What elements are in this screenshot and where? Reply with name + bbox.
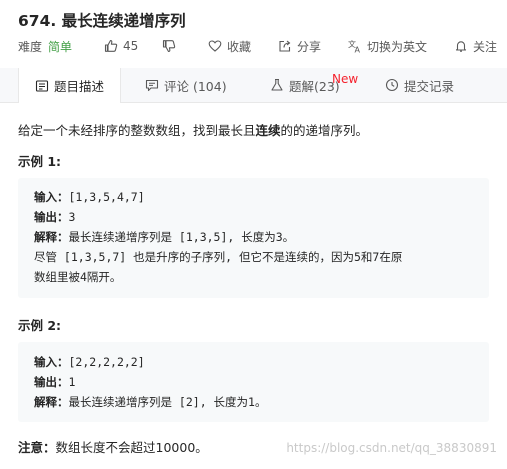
tab-bar: 题目描述 评论 (104) 题解(23) 提交记录 [0, 68, 507, 103]
share-label: 分享 [297, 39, 322, 54]
note: 注意：数组长度不会超过10000。 [18, 437, 208, 456]
document-icon [35, 79, 49, 92]
example1-code-block: 输入：[1,3,5,4,7] 输出：3 解释：最长连续递增序列是 [1,3,5]… [18, 178, 489, 298]
tab-description-label: 题目描述 [53, 79, 104, 94]
explain-key: 解释： [34, 395, 69, 409]
example1-input-line: 输入：[1,3,5,4,7] [34, 188, 145, 206]
new-badge: New [332, 72, 359, 86]
watermark: https://blog.csdn.net/qq_38830891 [286, 441, 497, 455]
example1-explain-line: 解释：最长连续递增序列是 [1,3,5], 长度为3。 [34, 228, 294, 246]
translate-label: 切换为英文 [367, 39, 428, 54]
note-value: 数组长度不会超过10000。 [55, 440, 208, 455]
clock-icon [385, 78, 399, 92]
problem-meta-bar: 难度 简单 45 收藏 分享 文A 切换为英文 关注 [18, 37, 507, 55]
tab-comments-label: 评论 (104) [164, 78, 227, 94]
intro-suffix: 的的递增序列。 [280, 123, 369, 138]
comment-icon [145, 79, 159, 92]
example2-code-block: 输入：[2,2,2,2,2] 输出：1 解释：最长连续递增序列是 [2], 长度… [18, 342, 489, 422]
difficulty-value: 简单 [48, 39, 73, 54]
heart-icon [208, 40, 222, 52]
tab-comments[interactable]: 评论 (104) [145, 68, 227, 102]
like-button[interactable]: 45 [104, 37, 138, 55]
translate-icon: 文A [348, 39, 361, 54]
input-key: 输入： [34, 190, 69, 204]
follow-button[interactable]: 关注 [454, 37, 497, 55]
input-value: [1,3,5,4,7] [68, 190, 145, 204]
example1-extra-line1: 尽管 [1,3,5,7] 也是升序的子序列, 但它不是连续的，因为5和7在原 [34, 250, 403, 264]
tab-submissions-label: 提交记录 [404, 78, 455, 94]
example1-heading: 示例 1: [18, 154, 62, 169]
note-key: 注意： [18, 440, 56, 455]
bell-icon [455, 41, 467, 52]
example2-heading: 示例 2: [18, 318, 62, 333]
example1-extra-line2: 数组里被4隔开。 [34, 270, 122, 284]
translate-button[interactable]: 文A 切换为英文 [348, 37, 427, 55]
output-value: 1 [68, 375, 76, 389]
explain-key: 解释： [34, 230, 69, 244]
example2-explain-line: 解释：最长连续递增序列是 [2], 长度为1。 [34, 393, 266, 411]
output-value: 3 [68, 210, 76, 224]
output-key: 输出： [34, 375, 69, 389]
tab-solutions[interactable]: 题解(23) [270, 68, 340, 102]
output-key: 输出： [34, 210, 69, 224]
problem-title: 674. 最长连续递增序列 [18, 12, 186, 30]
thumbs-up-icon [104, 39, 118, 52]
flask-icon [271, 78, 283, 91]
example1-output-line: 输出：3 [34, 208, 75, 226]
dislike-button[interactable] [162, 37, 181, 55]
like-count: 45 [123, 39, 139, 53]
tab-submissions[interactable]: 提交记录 [385, 68, 454, 102]
thumbs-down-icon [162, 40, 176, 53]
problem-description: 给定一个未经排序的整数数组，找到最长且连续的的递增序列。 [18, 120, 368, 139]
share-button[interactable]: 分享 [278, 37, 321, 55]
explain-value: 最长连续递增序列是 [1,3,5], 长度为3。 [68, 230, 295, 244]
favorite-label: 收藏 [227, 39, 252, 54]
intro-prefix: 给定一个未经排序的整数数组，找到最长且 [18, 123, 256, 138]
difficulty: 难度 简单 [18, 37, 72, 55]
intro-bold: 连续 [255, 123, 281, 138]
follow-label: 关注 [473, 39, 498, 54]
share-icon [279, 40, 291, 52]
favorite-button[interactable]: 收藏 [208, 37, 251, 55]
difficulty-label: 难度 [18, 39, 43, 54]
example2-output-line: 输出：1 [34, 373, 75, 391]
explain-value: 最长连续递增序列是 [2], 长度为1。 [68, 395, 267, 409]
input-key: 输入： [34, 355, 69, 369]
example2-input-line: 输入：[2,2,2,2,2] [34, 353, 145, 371]
tab-description[interactable]: 题目描述 [18, 68, 121, 103]
input-value: [2,2,2,2,2] [68, 355, 145, 369]
svg-text:A: A [355, 46, 361, 54]
